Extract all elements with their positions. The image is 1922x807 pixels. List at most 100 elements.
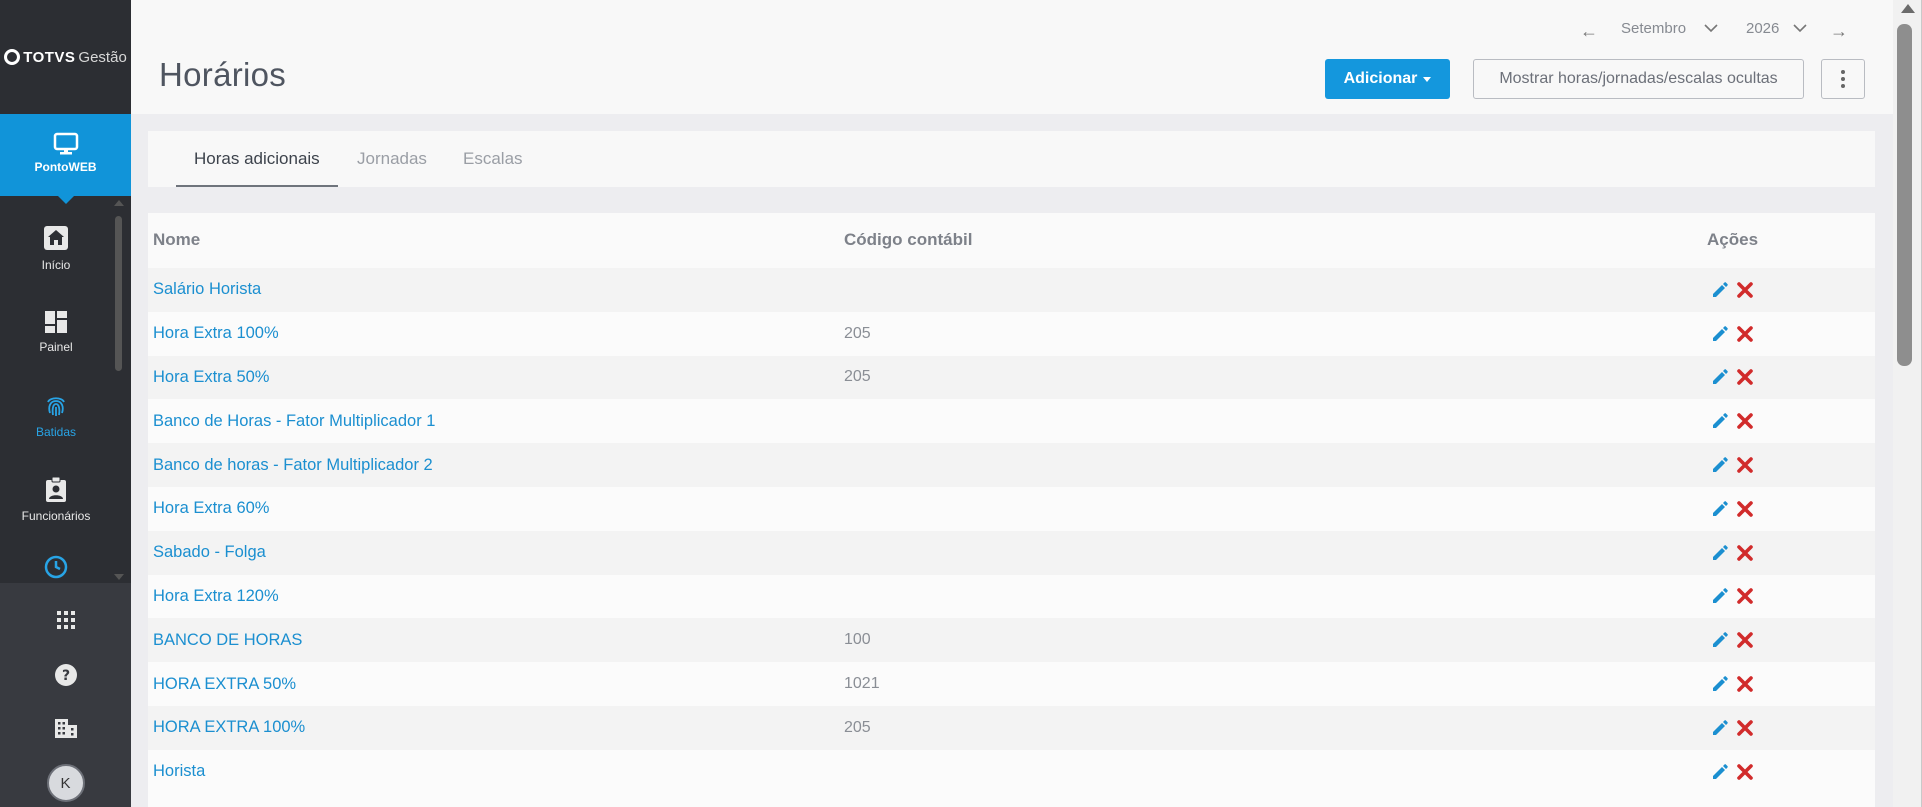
delete-icon[interactable] <box>1737 763 1753 780</box>
chevron-down-icon <box>1793 24 1807 33</box>
edit-icon[interactable] <box>1711 763 1729 781</box>
row-actions <box>1711 356 1761 400</box>
add-button-label: Adicionar <box>1343 70 1418 87</box>
module-label: PontoWEB <box>34 160 97 174</box>
scroll-down-arrow-icon[interactable] <box>114 574 124 580</box>
show-hidden-button-label: Mostrar horas/jornadas/escalas ocultas <box>1499 70 1778 87</box>
delete-icon[interactable] <box>1737 588 1753 605</box>
module-pontoweb[interactable]: PontoWEB <box>0 114 131 204</box>
codigo-contabil-cell: 100 <box>844 631 871 649</box>
edit-icon[interactable] <box>1711 631 1729 649</box>
horas-table: Nome Código contábil Ações Salário Horis… <box>148 213 1875 807</box>
svg-text:?: ? <box>61 668 69 684</box>
sidebar-item-funcionarios[interactable]: Funcionários <box>0 458 112 542</box>
delete-icon[interactable] <box>1737 501 1753 517</box>
edit-icon[interactable] <box>1711 412 1729 430</box>
row-actions <box>1711 662 1761 706</box>
hora-name-link[interactable]: Banco de horas - Fator Multiplicador 2 <box>153 443 433 487</box>
edit-icon[interactable] <box>1711 281 1729 299</box>
page-scrollbar[interactable] <box>1893 0 1922 807</box>
column-header-codigo[interactable]: Código contábil <box>844 230 972 250</box>
scroll-up-arrow-icon[interactable] <box>1901 4 1915 13</box>
home-icon <box>44 226 68 250</box>
sidebar-scroll-thumb[interactable] <box>115 216 122 371</box>
delete-icon[interactable] <box>1737 369 1753 386</box>
tab-escalas[interactable]: Escalas <box>463 131 523 187</box>
sidebar-nav: Início Painel Batidas Funcionários <box>0 206 112 580</box>
hora-name-link[interactable]: BANCO DE HORAS <box>153 618 302 662</box>
table-row: Hora Extra 100% 205 <box>148 311 1875 356</box>
page-header: ← Setembro 2026 → Horários Adicionar Mos… <box>131 0 1893 114</box>
sidebar: TOTVS Gestão PontoWEB Início Painel Bati… <box>0 0 131 807</box>
totvs-logo-icon <box>4 49 21 65</box>
caret-down-icon <box>1423 76 1432 82</box>
more-options-button[interactable] <box>1821 59 1865 99</box>
delete-icon[interactable] <box>1737 325 1753 342</box>
hora-name-link[interactable]: Banco de Horas - Fator Multiplicador 1 <box>153 399 435 443</box>
table-row: BANCO DE HORAS 100 <box>148 618 1875 663</box>
delete-icon[interactable] <box>1737 632 1753 649</box>
sidebar-scrollbar[interactable] <box>114 200 124 580</box>
sidebar-item-painel[interactable]: Painel <box>0 290 112 374</box>
totvs-logo[interactable]: TOTVS Gestão <box>0 0 131 114</box>
add-button[interactable]: Adicionar <box>1325 59 1450 99</box>
avatar[interactable]: K <box>46 764 85 802</box>
column-header-nome[interactable]: Nome <box>153 230 200 250</box>
hora-name-link[interactable]: Hora Extra 60% <box>153 487 269 531</box>
hora-name-link[interactable]: Salário Horista <box>153 268 261 312</box>
edit-icon[interactable] <box>1711 544 1729 562</box>
delete-icon[interactable] <box>1737 413 1753 430</box>
show-hidden-button[interactable]: Mostrar horas/jornadas/escalas ocultas <box>1473 59 1804 99</box>
sidebar-item-inicio[interactable]: Início <box>0 206 112 290</box>
delete-icon[interactable] <box>1737 457 1753 473</box>
hora-name-link[interactable]: Hora Extra 120% <box>153 575 279 619</box>
row-actions <box>1711 575 1761 619</box>
tab-label: Jornadas <box>357 149 427 168</box>
month-value: Setembro <box>1621 20 1687 37</box>
edit-icon[interactable] <box>1711 325 1729 343</box>
row-actions <box>1711 399 1761 443</box>
edit-icon[interactable] <box>1711 368 1729 386</box>
help-icon[interactable]: ? <box>54 663 78 687</box>
logo-text: TOTVS <box>23 48 76 66</box>
year-selector[interactable]: 2026 <box>1746 20 1807 37</box>
delete-icon[interactable] <box>1737 544 1753 561</box>
hora-name-link[interactable]: Hora Extra 50% <box>153 356 269 400</box>
arrow-right-icon[interactable]: → <box>1830 22 1848 40</box>
hora-name-link[interactable]: Hora Extra 100% <box>153 312 279 356</box>
monitor-icon <box>53 132 78 155</box>
clock-icon <box>44 555 68 579</box>
month-selector[interactable]: Setembro <box>1621 20 1718 37</box>
tab-label: Horas adicionais <box>194 149 320 168</box>
hora-name-link[interactable]: HORA EXTRA 50% <box>153 662 296 706</box>
sidebar-footer: ? K <box>0 583 131 807</box>
edit-icon[interactable] <box>1711 719 1729 737</box>
page-scroll-thumb[interactable] <box>1897 24 1912 366</box>
hora-name-link[interactable]: Horista <box>153 750 205 794</box>
hora-name-link[interactable]: Sabado - Folga <box>153 531 266 575</box>
company-building-icon[interactable] <box>54 717 78 739</box>
tab-horas-adicionais[interactable]: Horas adicionais <box>176 131 338 187</box>
year-value: 2026 <box>1746 20 1780 37</box>
delete-icon[interactable] <box>1737 676 1753 692</box>
table-body: Salário Horista Hora Extra 100% 205 Hora Ex… <box>148 268 1875 807</box>
table-row: Hora Extra 120% <box>148 574 1875 619</box>
sidebar-item-label: Painel <box>39 340 73 354</box>
delete-icon[interactable] <box>1737 720 1753 736</box>
sidebar-item-label: Batidas <box>35 425 77 439</box>
edit-icon[interactable] <box>1711 500 1729 518</box>
hora-name-link[interactable]: HORA EXTRA 100% <box>153 706 305 750</box>
badge-icon <box>46 477 66 502</box>
arrow-left-icon[interactable]: ← <box>1580 22 1598 40</box>
edit-icon[interactable] <box>1711 675 1729 693</box>
sidebar-item-clock[interactable] <box>0 542 112 580</box>
fingerprint-icon <box>47 397 65 416</box>
apps-grid-icon[interactable] <box>56 611 75 629</box>
tab-jornadas[interactable]: Jornadas <box>357 131 427 187</box>
edit-icon[interactable] <box>1711 456 1729 474</box>
edit-icon[interactable] <box>1711 587 1729 605</box>
scroll-up-arrow-icon[interactable] <box>114 200 124 206</box>
row-actions <box>1711 443 1761 487</box>
sidebar-item-batidas[interactable]: Batidas <box>0 374 112 458</box>
delete-icon[interactable] <box>1737 282 1753 298</box>
